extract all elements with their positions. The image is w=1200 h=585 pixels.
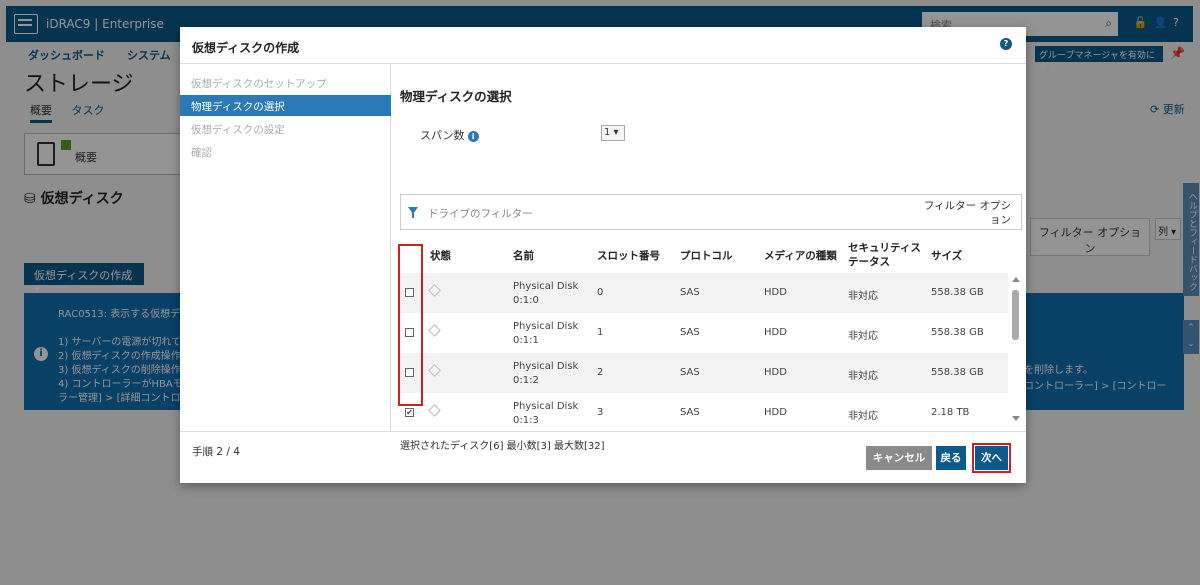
step-setup: 仮想ディスクのセットアップ <box>191 78 327 90</box>
table-row[interactable]: ✔ Physical Disk 0:1:3 3 SAS HDD 非対応 2.18 … <box>400 393 1008 433</box>
span-label: スパン数 i <box>420 127 479 143</box>
scroll-down-icon[interactable] <box>1012 416 1020 421</box>
span-count-select[interactable]: 1 ▾ <box>601 125 625 141</box>
table-row[interactable]: Physical Disk 0:1:0 0 SAS HDD 非対応 558.38 … <box>400 273 1008 313</box>
disk-status-icon <box>428 284 441 297</box>
table-header: 状態 名前 スロット番号 プロトコル メディアの種類 セキュリティステータス サ… <box>400 241 1008 271</box>
next-button[interactable]: 次へ <box>972 443 1011 473</box>
filter-options-link[interactable]: フィルター オプション <box>923 199 1011 227</box>
step-select-physical-disks: 物理ディスクの選択 <box>180 95 391 116</box>
table-row[interactable]: Physical Disk 0:1:2 2 SAS HDD 非対応 558.38 … <box>400 353 1008 393</box>
step-confirm: 確認 <box>191 147 212 159</box>
col-slot[interactable]: スロット番号 <box>597 249 660 263</box>
back-button[interactable]: 戻る <box>936 446 966 470</box>
dialog-footer: 手順 2 / 4 キャンセル 戻る 次へ <box>180 431 1026 483</box>
col-security-status[interactable]: セキュリティステータス <box>848 241 924 269</box>
col-size[interactable]: サイズ <box>931 249 962 263</box>
cancel-button[interactable]: キャンセル <box>866 446 932 470</box>
wizard-steps: 仮想ディスクのセットアップ 物理ディスクの選択 仮想ディスクの設定 確認 <box>180 64 391 431</box>
scroll-thumb[interactable] <box>1012 290 1019 340</box>
col-media-type[interactable]: メディアの種類 <box>764 249 837 263</box>
drive-filter-bar[interactable]: ドライブのフィルター フィルター オプション <box>400 194 1022 230</box>
scroll-up-icon[interactable] <box>1012 277 1020 282</box>
table-row[interactable]: Physical Disk 0:1:1 1 SAS HDD 非対応 558.38 … <box>400 313 1008 353</box>
disk-status-icon <box>428 364 441 377</box>
drive-filter-input[interactable]: ドライブのフィルター <box>428 206 533 221</box>
help-icon[interactable]: ? <box>1000 38 1012 50</box>
section-title: 物理ディスクの選択 <box>400 89 512 104</box>
row-checkbox-checked[interactable]: ✔ <box>405 408 414 417</box>
step-indicator: 手順 2 / 4 <box>192 446 240 458</box>
filter-icon <box>408 207 418 218</box>
checkbox-highlight <box>398 244 423 406</box>
disk-status-icon <box>428 324 441 337</box>
info-icon[interactable]: i <box>467 130 479 142</box>
table-scrollbar[interactable] <box>1010 273 1022 425</box>
dialog-title: 仮想ディスクの作成 <box>192 41 300 55</box>
col-protocol[interactable]: プロトコル <box>680 249 733 263</box>
dialog-header: 仮想ディスクの作成 ? <box>180 27 1026 64</box>
wizard-content: 物理ディスクの選択 スパン数 i 1 ▾ ドライブのフィルター フィルター オプシ… <box>392 64 1026 452</box>
disk-status-icon <box>428 404 441 417</box>
create-virtual-disk-dialog: 仮想ディスクの作成 ? 仮想ディスクのセットアップ 物理ディスクの選択 仮想ディ… <box>180 27 1026 483</box>
col-status[interactable]: 状態 <box>430 249 451 263</box>
step-settings: 仮想ディスクの設定 <box>191 124 285 136</box>
col-name[interactable]: 名前 <box>513 249 534 263</box>
